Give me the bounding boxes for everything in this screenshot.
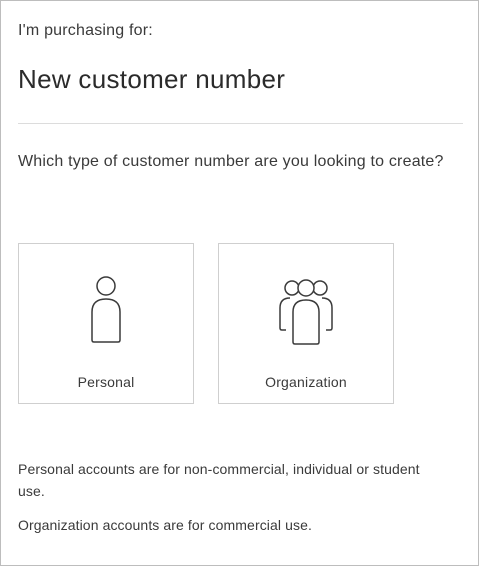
page-title: New customer number — [18, 64, 286, 94]
type-question: Which type of customer number are you lo… — [18, 153, 444, 170]
organization-option-card[interactable]: Organization — [218, 243, 394, 404]
person-icon — [19, 276, 193, 348]
group-icon — [219, 276, 393, 348]
purchasing-for-label: I'm purchasing for: — [18, 22, 153, 39]
divider — [18, 123, 463, 124]
personal-option-card[interactable]: Personal — [18, 243, 194, 404]
organization-accounts-note: Organization accounts are for commercial… — [18, 517, 312, 533]
personal-option-label: Personal — [77, 374, 135, 390]
personal-accounts-note: Personal accounts are for non-commercial… — [18, 461, 420, 499]
customer-number-panel: I'm purchasing for: New customer number … — [0, 0, 479, 566]
organization-option-label: Organization — [265, 374, 347, 390]
